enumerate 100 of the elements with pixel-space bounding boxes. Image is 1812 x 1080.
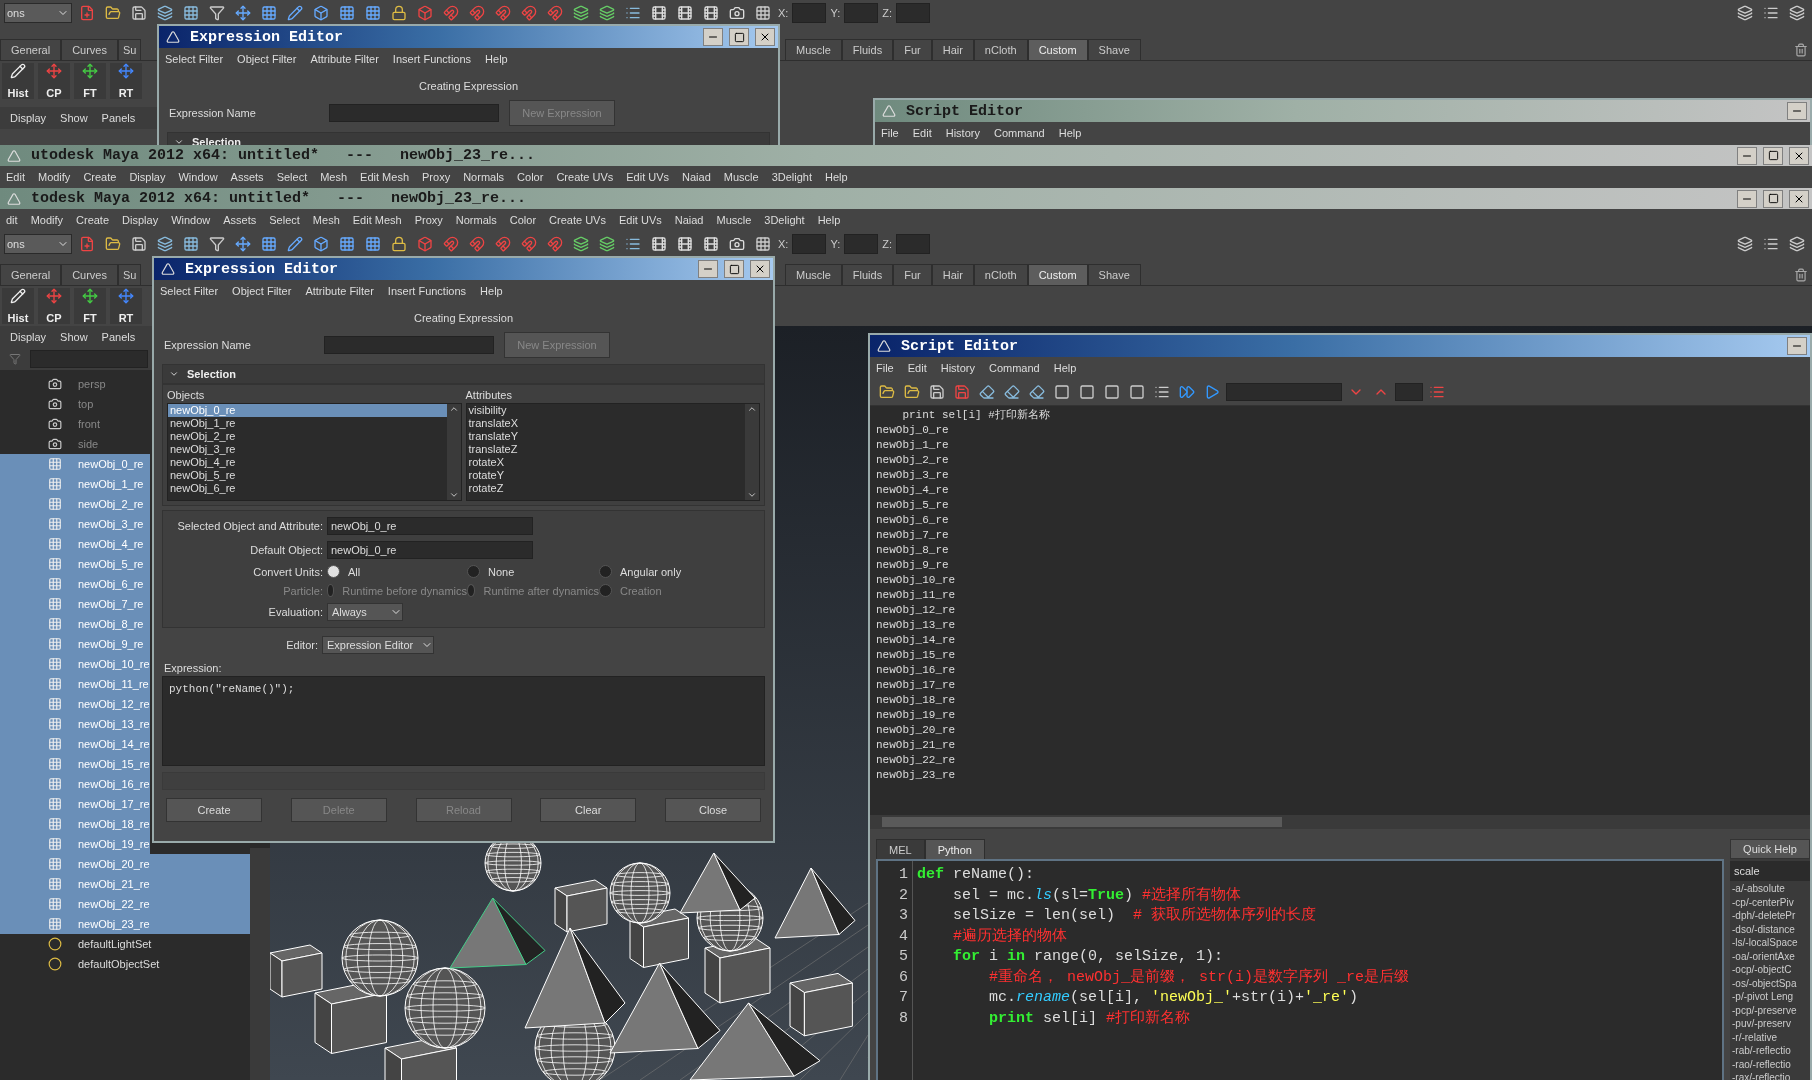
list-item[interactable]: rotateX [466,456,745,469]
flag-item[interactable]: -dso/-distance [1730,923,1810,935]
menu-item[interactable]: Naiad [674,214,704,226]
menu-item[interactable]: Select [276,171,308,183]
shelf-tab[interactable]: Fur [893,264,932,285]
list-item[interactable]: newObj_1_re [168,417,447,430]
shelf-tab[interactable]: Curves [61,39,118,60]
radio-button[interactable] [467,565,480,578]
maximize-button[interactable] [729,28,749,46]
menu-item[interactable]: Help [1053,362,1077,374]
dialog-button[interactable]: Create [166,798,262,822]
menu-item[interactable]: Mesh [312,214,340,226]
shelf-button[interactable]: CP [38,63,70,99]
shelf-tab[interactable]: General [0,264,62,285]
scroll-down-icon[interactable] [448,490,459,500]
code-editor[interactable] [876,859,1724,1080]
shelf-tab[interactable]: Shave [1087,264,1141,285]
menu-item[interactable]: Proxy [414,214,443,226]
section-header[interactable]: Selection [162,364,765,384]
expression-text-area[interactable]: python("reName()"); [162,676,765,766]
menu-item[interactable]: Assets [223,214,257,226]
menu-item[interactable]: Window [171,214,211,226]
list-item[interactable]: translateY [466,430,745,443]
menu-item[interactable]: History [945,127,980,139]
search-field[interactable] [1226,383,1342,401]
line-field[interactable] [1395,383,1423,401]
menu-item[interactable]: Mesh [320,171,348,183]
menu-item[interactable]: Attribute Filter [310,53,379,65]
menu-item[interactable]: Edit UVs [626,171,670,183]
shelf-button[interactable]: Hist [2,288,34,324]
shelf-button[interactable]: FT [74,63,106,99]
flag-item[interactable]: -rab/-reflectio [1730,1045,1810,1057]
outliner-item[interactable]: top [0,394,150,414]
flag-item[interactable]: -a/-absolute [1730,883,1810,895]
expression-name-field[interactable] [329,104,499,122]
scroll-down-icon[interactable] [747,490,757,500]
flag-item[interactable]: -pcp/-preserve [1730,1004,1810,1016]
close-button[interactable] [750,260,770,278]
list-item[interactable]: translateX [466,417,745,430]
shelf-tab[interactable]: Fluids [841,39,894,60]
text-field[interactable]: newObj_0_re [327,541,533,559]
list-item[interactable]: newObj_3_re [168,443,447,456]
mode-dropdown[interactable]: ons [4,3,72,23]
list-item[interactable]: newObj_4_re [168,456,447,469]
text-field[interactable]: newObj_0_re [327,517,533,535]
menu-item[interactable]: Modify [30,214,64,226]
shelf-button[interactable]: Hist [2,63,34,99]
panel-menu-item[interactable]: Show [60,112,88,124]
menu-item[interactable]: dit [6,214,18,226]
scroll-up-icon[interactable] [448,404,459,414]
menu-item[interactable]: Help [817,214,841,226]
menu-item[interactable]: Color [509,214,537,226]
shelf-tab[interactable]: Hair [931,264,974,285]
radio-button[interactable] [327,565,340,578]
expression-name-field[interactable] [324,336,494,354]
dialog-button[interactable]: Clear [540,798,637,822]
menu-item[interactable]: Normals [455,214,497,226]
shelf-button[interactable]: RT [110,288,142,324]
menu-item[interactable]: Muscle [723,171,759,183]
maximize-button[interactable] [1763,189,1783,208]
quick-help-field[interactable]: scale [1730,861,1810,881]
outliner-item[interactable]: persp [0,374,150,394]
menu-item[interactable]: Create [83,171,117,183]
menu-item[interactable]: Create UVs [556,171,614,183]
flag-item[interactable]: -cp/-centerPiv [1730,896,1810,908]
list-item[interactable]: rotateZ [466,482,745,495]
menu-item[interactable]: Edit UVs [618,214,662,226]
menu-item[interactable]: 3Delight [764,214,805,226]
minimize-button[interactable] [1787,337,1807,355]
evaluation-dropdown[interactable]: Always [327,603,403,621]
editor-tab[interactable]: Python [924,839,985,859]
menu-item[interactable]: History [940,362,975,374]
menu-item[interactable]: Muscle [716,214,752,226]
menu-item[interactable]: Select [269,214,300,226]
close-button[interactable] [1789,146,1809,165]
shelf-button[interactable]: RT [110,63,142,99]
shelf-tab[interactable]: nCloth [973,39,1028,60]
editor-tab[interactable]: MEL [876,839,925,859]
menu-item[interactable]: Object Filter [237,53,297,65]
scrollbar[interactable] [745,404,759,500]
menu-item[interactable]: Normals [463,171,505,183]
outliner-item[interactable]: front [0,414,150,434]
flag-item[interactable]: -oa/-orientAxe [1730,950,1810,962]
list-item[interactable]: translateZ [466,443,745,456]
list-item[interactable]: newObj_2_re [168,430,447,443]
flag-item[interactable]: -rao/-reflectio [1730,1058,1810,1070]
coordinate-field[interactable] [896,234,930,254]
list-item[interactable]: rotateY [466,469,745,482]
shelf-tab[interactable]: General [0,39,62,60]
menu-item[interactable]: File [881,127,899,139]
outliner-item[interactable]: side [0,434,150,454]
panel-menu-item[interactable]: Panels [101,331,136,343]
shelf-tab[interactable]: Fluids [841,264,894,285]
coordinate-field[interactable] [792,3,827,23]
panel-menu-item[interactable]: Show [60,331,88,343]
flag-item[interactable]: -ls/-localSpace [1730,937,1810,949]
menu-item[interactable]: Select Filter [165,53,224,65]
shelf-tab[interactable]: Muscle [785,39,842,60]
scrollbar[interactable] [446,404,461,500]
radio-button[interactable] [599,565,612,578]
